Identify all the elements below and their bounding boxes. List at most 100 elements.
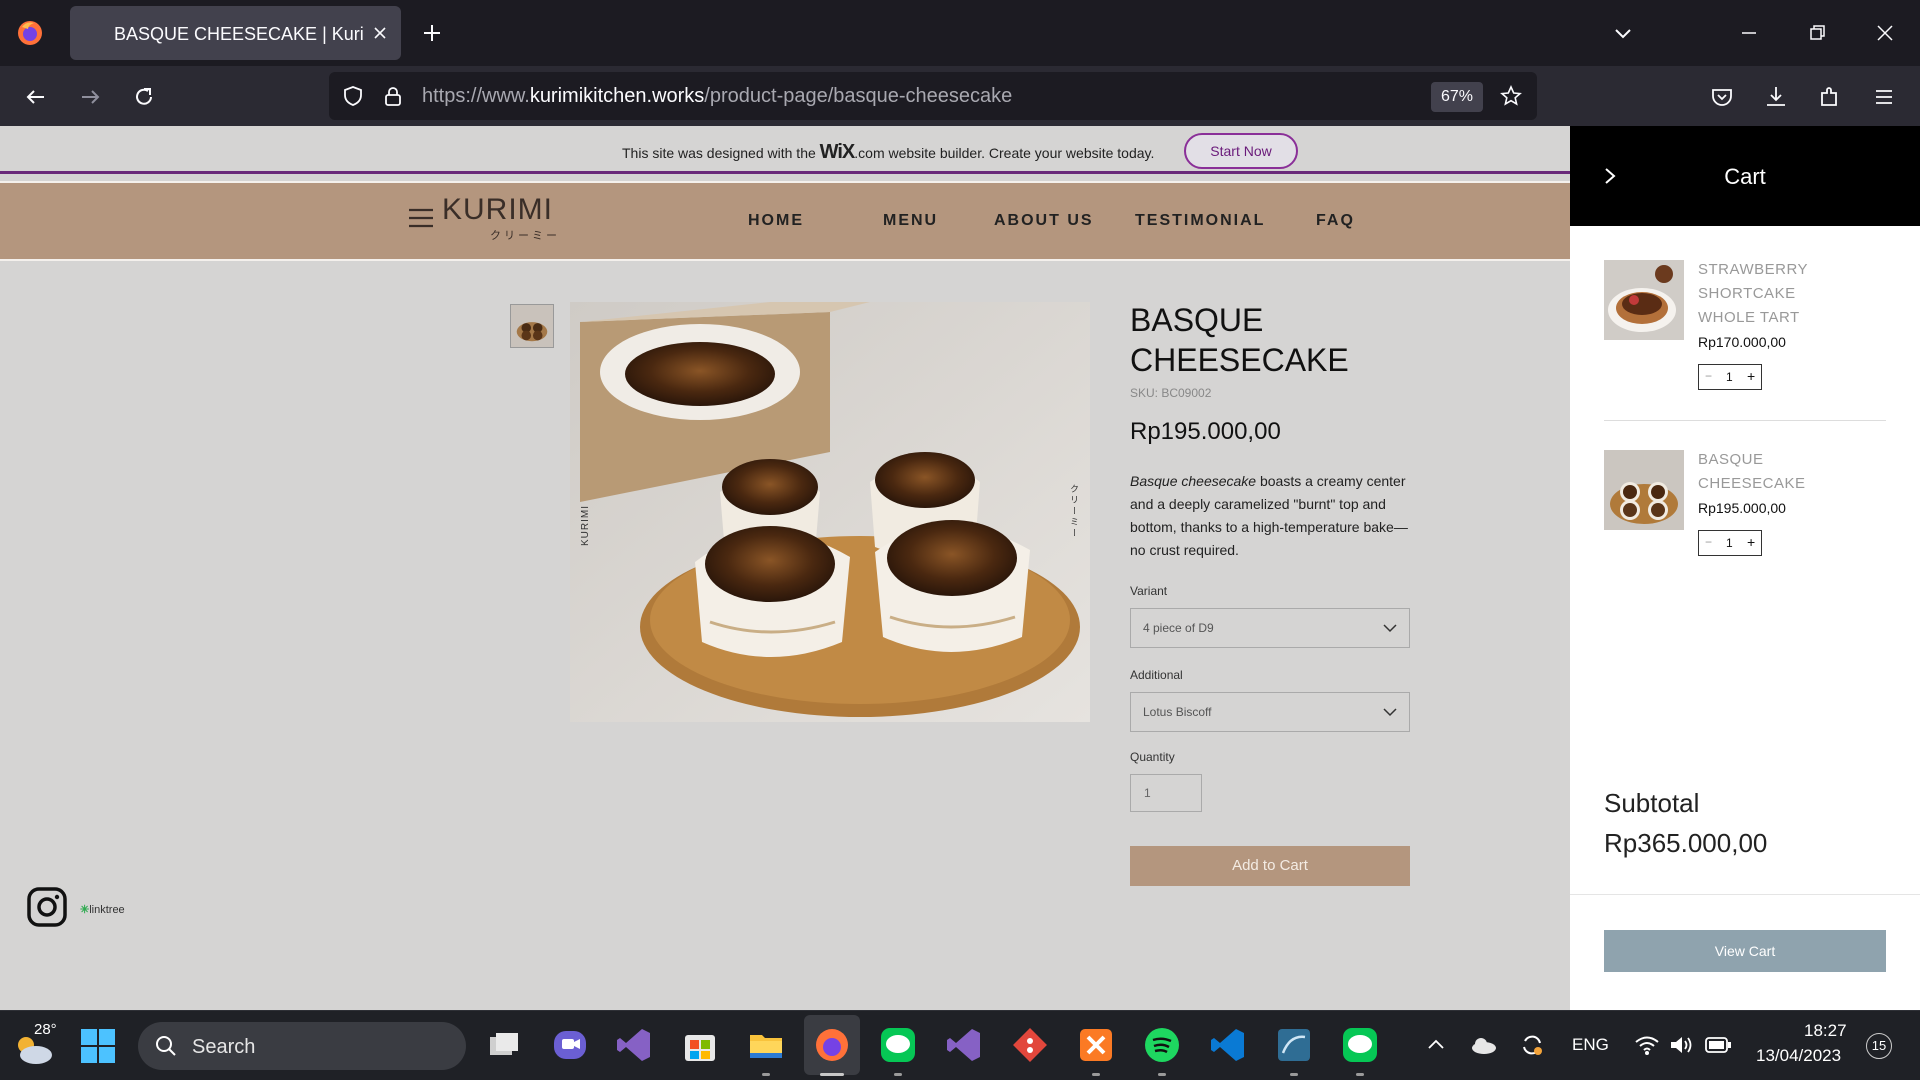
lock-icon[interactable]	[381, 84, 405, 108]
wifi-icon[interactable]	[1634, 1033, 1660, 1057]
clock-time[interactable]: 18:27	[1804, 1021, 1847, 1041]
xampp-icon[interactable]	[1076, 1025, 1116, 1065]
cart-item-image[interactable]	[1604, 450, 1684, 530]
app-indicator	[762, 1073, 770, 1076]
linktree-icon: ✳	[80, 904, 90, 916]
microsoft-store-icon[interactable]	[680, 1025, 720, 1065]
additional-label: Additional	[1130, 668, 1183, 682]
quantity-label: Quantity	[1130, 750, 1175, 764]
line-icon-2[interactable]	[1340, 1025, 1380, 1065]
windows-start-icon[interactable]	[80, 1028, 116, 1064]
spotify-icon[interactable]	[1142, 1025, 1182, 1065]
subtotal-value: Rp365.000,00	[1604, 828, 1768, 858]
logo-text: KURIMI	[442, 193, 553, 226]
file-explorer-icon[interactable]	[746, 1025, 786, 1065]
app-indicator	[894, 1073, 902, 1076]
new-tab-icon[interactable]	[420, 21, 444, 45]
quantity-input[interactable]: 1	[1130, 774, 1202, 812]
add-to-cart-button[interactable]: Add to Cart	[1130, 846, 1410, 886]
increment-button[interactable]: +	[1747, 534, 1755, 550]
product-photo	[570, 302, 1090, 722]
instagram-icon[interactable]	[26, 886, 68, 928]
list-tabs-icon[interactable]	[1610, 20, 1636, 46]
cart-item-price: Rp195.000,00	[1698, 500, 1786, 516]
product-title: BASQUE CHEESECAKE	[1130, 302, 1349, 378]
cart-item-qty[interactable]: 1	[1726, 536, 1733, 550]
visual-studio-icon[interactable]	[614, 1025, 654, 1065]
web-page: This site was designed with the WiX.com …	[0, 126, 1570, 1010]
search-placeholder: Search	[192, 1036, 256, 1058]
photo-side-label-jp: クリーミー	[1069, 484, 1079, 539]
url-bar[interactable]: https://www.kurimikitchen.works/product-…	[329, 72, 1537, 120]
firefox-icon[interactable]	[16, 19, 44, 47]
zoom-indicator[interactable]: 67%	[1431, 82, 1483, 112]
view-cart-button[interactable]: View Cart	[1604, 930, 1886, 972]
battery-icon[interactable]	[1704, 1035, 1732, 1055]
taskbar-search[interactable]: Search	[138, 1022, 466, 1070]
nav-about-us[interactable]: ABOUT US	[994, 212, 1094, 230]
pocket-icon[interactable]	[1708, 83, 1736, 111]
line-icon[interactable]	[878, 1025, 918, 1065]
product-description: Basque cheesecake boasts a creamy center…	[1130, 473, 1408, 558]
cart-item-image[interactable]	[1604, 260, 1684, 340]
decrement-button[interactable]: −	[1705, 369, 1712, 383]
onedrive-icon[interactable]	[1470, 1033, 1498, 1057]
nav-menu[interactable]: MENU	[883, 212, 938, 230]
teams-chat-icon[interactable]	[550, 1025, 590, 1065]
forward-icon[interactable]	[76, 83, 104, 111]
variant-label: Variant	[1130, 584, 1168, 598]
back-icon[interactable]	[22, 83, 50, 111]
increment-button[interactable]: +	[1747, 368, 1755, 384]
mysql-workbench-icon[interactable]	[1274, 1025, 1314, 1065]
hamburger-icon[interactable]	[408, 207, 434, 229]
url-text[interactable]: https://www.kurimikitchen.works/product-…	[422, 85, 1012, 108]
cart-divider	[1604, 420, 1886, 421]
cart-item-name[interactable]: BASQUE CHEESECAKE	[1698, 448, 1838, 496]
firefox-taskbar-icon[interactable]	[812, 1025, 852, 1065]
weather-temperature[interactable]: 28°	[34, 1021, 57, 1038]
volume-icon[interactable]	[1668, 1033, 1694, 1057]
bookmark-star-icon[interactable]	[1499, 84, 1523, 108]
cart-item-name[interactable]: STRAWBERRY SHORTCAKE WHOLE TART	[1698, 258, 1838, 330]
downloads-icon[interactable]	[1762, 83, 1790, 111]
logo-subtext: クリーミー	[490, 230, 560, 242]
linktree-link[interactable]: ✳linktree	[80, 903, 125, 916]
menu-icon[interactable]	[1870, 83, 1898, 111]
vscode-icon[interactable]	[1208, 1025, 1248, 1065]
photo-side-label: KURIMI	[580, 505, 591, 546]
site-header: KURIMI クリーミー HOME MENU ABOUT US TESTIMON…	[0, 181, 1570, 261]
cart-item-qty[interactable]: 1	[1726, 370, 1733, 384]
app-indicator	[1356, 1073, 1364, 1076]
restore-icon[interactable]	[1804, 20, 1830, 46]
start-now-button[interactable]: Start Now	[1184, 133, 1298, 169]
chevron-up-icon[interactable]	[1426, 1035, 1446, 1055]
close-window-icon[interactable]	[1872, 20, 1898, 46]
sync-icon[interactable]	[1518, 1031, 1546, 1059]
cart-title: Cart	[1724, 164, 1766, 189]
nav-faq[interactable]: FAQ	[1316, 212, 1355, 230]
notification-badge[interactable]: 15	[1866, 1033, 1892, 1059]
cart-item-qty-stepper[interactable]: − 1 +	[1698, 530, 1762, 556]
git-icon[interactable]	[1010, 1025, 1050, 1065]
close-tab-icon[interactable]	[368, 21, 392, 45]
extensions-icon[interactable]	[1816, 83, 1844, 111]
taskbar: 28° Search ENG 18:27 13/04/2023 15	[0, 1010, 1920, 1080]
app-indicator	[1290, 1073, 1298, 1076]
visual-studio-icon-2[interactable]	[944, 1025, 984, 1065]
variant-select[interactable]: 4 piece of D9	[1130, 608, 1410, 648]
product-thumbnail[interactable]	[510, 304, 554, 348]
site-logo[interactable]: KURIMI クリーミー	[408, 193, 568, 243]
nav-testimonial[interactable]: TESTIMONIAL	[1135, 212, 1265, 230]
subtotal-label: Subtotal	[1604, 788, 1700, 818]
additional-select[interactable]: Lotus Biscoff	[1130, 692, 1410, 732]
cart-item-qty-stepper[interactable]: − 1 +	[1698, 364, 1762, 390]
minimize-icon[interactable]	[1736, 20, 1762, 46]
language-indicator[interactable]: ENG	[1572, 1035, 1609, 1055]
browser-tab[interactable]: BASQUE CHEESECAKE | Kurimi K	[70, 6, 401, 60]
task-view-icon[interactable]	[484, 1025, 524, 1065]
decrement-button[interactable]: −	[1705, 535, 1712, 549]
reload-icon[interactable]	[130, 83, 158, 111]
shield-icon[interactable]	[341, 84, 365, 108]
nav-home[interactable]: HOME	[748, 212, 804, 230]
clock-date[interactable]: 13/04/2023	[1756, 1046, 1841, 1066]
